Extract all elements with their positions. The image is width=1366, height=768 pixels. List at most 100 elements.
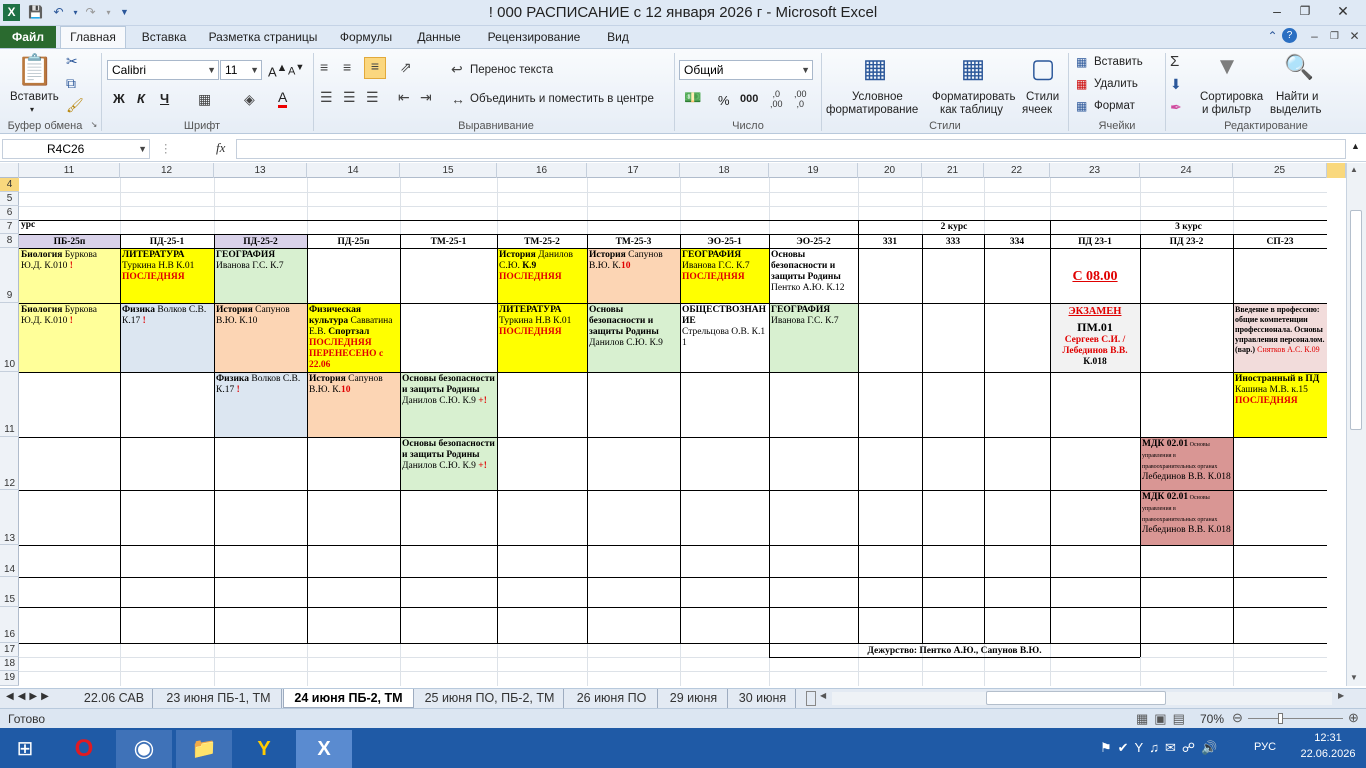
lesson-cell[interactable]: Физика Волков С.В. К.17 !: [120, 304, 214, 372]
close-icon[interactable]: ✕: [1320, 0, 1366, 22]
exam-cell[interactable]: ЭКЗАМЕН ПМ.01 Сергеев С.И. /Лебединов В.В.…: [1050, 304, 1140, 372]
expand-formula-icon[interactable]: ▲: [1351, 141, 1360, 151]
view-buttons-icon[interactable]: ▦▣▤: [1136, 711, 1191, 727]
row-header[interactable]: 10: [0, 303, 19, 372]
zoom-slider-thumb[interactable]: [1278, 713, 1283, 724]
lesson-cell[interactable]: Введение в профессию: общие компетенции …: [1233, 304, 1327, 372]
lesson-cell[interactable]: ГЕОГРАФИЯ Иванова Г.С. К.7: [214, 249, 307, 303]
cond-format-line1[interactable]: Условное: [852, 91, 903, 103]
sort-line2[interactable]: и фильтр: [1202, 104, 1251, 116]
sheet-tab[interactable]: 23 июня ПБ-1, ТМ: [156, 689, 282, 708]
column-header[interactable]: 20: [858, 163, 922, 178]
zoom-level[interactable]: 70%: [1200, 712, 1224, 726]
currency-icon[interactable]: 💵: [684, 89, 701, 106]
tab-insert[interactable]: Вставка: [134, 27, 194, 48]
file-explorer-icon[interactable]: 📁: [176, 730, 232, 768]
conditional-format-icon[interactable]: ▦: [858, 53, 892, 87]
clipboard-launcher-icon[interactable]: ↘: [88, 120, 100, 129]
italic-button[interactable]: К: [137, 91, 145, 106]
align-center-icon[interactable]: ☰: [343, 89, 356, 106]
merge-button[interactable]: Объединить и поместить в центре: [470, 93, 654, 105]
decrease-indent-icon[interactable]: ⇤: [398, 89, 410, 106]
font-color-icon[interactable]: A: [278, 89, 288, 108]
row-header[interactable]: 17: [0, 643, 19, 657]
minimize-ribbon-icon[interactable]: ⌃: [1264, 28, 1281, 45]
language-indicator[interactable]: РУС: [1254, 741, 1276, 753]
fill-icon[interactable]: ⬇: [1170, 76, 1182, 93]
column-header[interactable]: 23: [1050, 163, 1140, 178]
tray-icons[interactable]: ⚑✔Y♫✉☍🔊: [1100, 740, 1223, 756]
lesson-cell[interactable]: Биология Буркова Ю.Д. К.010 !: [19, 249, 120, 303]
tab-home[interactable]: Главная: [60, 26, 126, 49]
row-header[interactable]: 12: [0, 437, 19, 490]
paste-dropdown-icon[interactable]: ▾: [30, 105, 34, 114]
grow-font-icon[interactable]: A▲: [268, 62, 287, 79]
lesson-cell[interactable]: Физическая культура Савватина Е.В. Спорт…: [307, 304, 400, 372]
zoom-in-icon[interactable]: ⊕: [1348, 710, 1359, 726]
column-header[interactable]: 19: [769, 163, 858, 178]
row-header[interactable]: 8: [0, 234, 19, 248]
minimize-icon[interactable]: –: [1262, 0, 1292, 22]
lesson-cell[interactable]: История Данилов С.Ю. К.9 ПОСЛЕДНЯЯ: [497, 249, 587, 303]
column-header[interactable]: 15: [400, 163, 497, 178]
paste-icon[interactable]: 📋: [16, 53, 54, 89]
scroll-up-icon[interactable]: ▲: [1350, 165, 1358, 174]
orientation-icon[interactable]: ⇗: [400, 59, 412, 76]
align-left-icon[interactable]: ☰: [320, 89, 333, 106]
row-header[interactable]: 9: [0, 248, 19, 303]
scroll-down-icon[interactable]: ▼: [1350, 673, 1358, 682]
format-as-table-icon[interactable]: ▦: [956, 53, 990, 87]
format-cells-button[interactable]: Формат: [1094, 100, 1135, 112]
column-header[interactable]: 12: [120, 163, 214, 178]
lesson-cell[interactable]: ГЕОГРАФИЯ Иванова Г.С. К.7 ПОСЛЕДНЯЯ: [680, 249, 769, 303]
percent-button[interactable]: %: [718, 93, 730, 108]
insert-function-button[interactable]: fx: [216, 140, 225, 156]
sheet-tab-active[interactable]: 24 июня ПБ-2, ТМ: [283, 689, 414, 708]
row-header[interactable]: 19: [0, 671, 19, 686]
sort-line1[interactable]: Сортировка: [1200, 91, 1263, 103]
cut-icon[interactable]: ✂: [66, 53, 78, 70]
format-cells-icon[interactable]: ▦: [1076, 99, 1087, 113]
clear-icon[interactable]: ✒: [1170, 99, 1182, 116]
cell-styles-icon[interactable]: ▢: [1026, 53, 1060, 87]
column-header[interactable]: 16: [497, 163, 587, 178]
row-header[interactable]: 13: [0, 490, 19, 545]
autosum-icon[interactable]: Σ: [1170, 53, 1179, 70]
shrink-font-icon[interactable]: A▼: [288, 62, 304, 78]
cell-styles-line2[interactable]: ячеек: [1022, 104, 1052, 116]
lesson-cell[interactable]: Биология Буркова Ю.Д. К.010 !: [19, 304, 120, 372]
sheet-nav-icon[interactable]: ◀◀▶▶: [6, 691, 53, 702]
help-icon[interactable]: ?: [1282, 28, 1297, 43]
cell-styles-line1[interactable]: Стили: [1026, 91, 1059, 103]
lesson-cell[interactable]: ЛИТЕРАТУРА Туркина Н.В К.01 ПОСЛЕДНЯЯ: [120, 249, 214, 303]
lesson-cell[interactable]: МДК 02.01 Основы управления в правоохран…: [1140, 438, 1233, 490]
decrease-decimal-icon[interactable]: ,00,0: [794, 89, 807, 109]
select-all-corner[interactable]: [0, 163, 19, 178]
delete-cells-button[interactable]: Удалить: [1094, 78, 1138, 90]
sheet-tab[interactable]: 22.06 САВ: [76, 689, 153, 708]
lesson-cell[interactable]: ЛИТЕРАТУРА Туркина Н.В К.01 ПОСЛЕДНЯЯ: [497, 304, 587, 372]
row-header[interactable]: 16: [0, 607, 19, 643]
zoom-slider-track[interactable]: [1248, 718, 1343, 719]
sheet-tab[interactable]: 26 июня ПО: [566, 689, 658, 708]
align-top-icon[interactable]: ≡: [320, 59, 328, 75]
hscroll-left-icon[interactable]: ◀: [820, 691, 826, 700]
tab-review[interactable]: Рецензирование: [478, 27, 590, 48]
hscroll-right-icon[interactable]: ▶: [1338, 691, 1344, 700]
wrap-text-button[interactable]: Перенос текста: [470, 64, 553, 76]
lesson-cell[interactable]: Физика Волков С.В. К.17 !: [214, 373, 307, 437]
increase-indent-icon[interactable]: ⇥: [420, 89, 432, 106]
tab-page-layout[interactable]: Разметка страницы: [202, 27, 324, 48]
font-size-combo[interactable]: 11 ▼: [220, 60, 262, 80]
clock-date[interactable]: 22.06.2026: [1298, 748, 1358, 760]
tab-data[interactable]: Данные: [408, 27, 470, 48]
font-name-combo[interactable]: Calibri ▼: [107, 60, 219, 80]
lesson-cell[interactable]: История Сапунов В.Ю. К.10: [307, 373, 400, 437]
column-header[interactable]: 24: [1140, 163, 1233, 178]
delete-cells-icon[interactable]: ▦: [1076, 77, 1087, 91]
opera-icon[interactable]: O: [56, 730, 112, 768]
clock-time[interactable]: 12:31: [1306, 732, 1350, 744]
format-table-line2[interactable]: как таблицу: [940, 104, 1003, 116]
find-select-icon[interactable]: 🔍: [1282, 53, 1316, 87]
insert-cells-button[interactable]: Вставить: [1094, 56, 1143, 68]
